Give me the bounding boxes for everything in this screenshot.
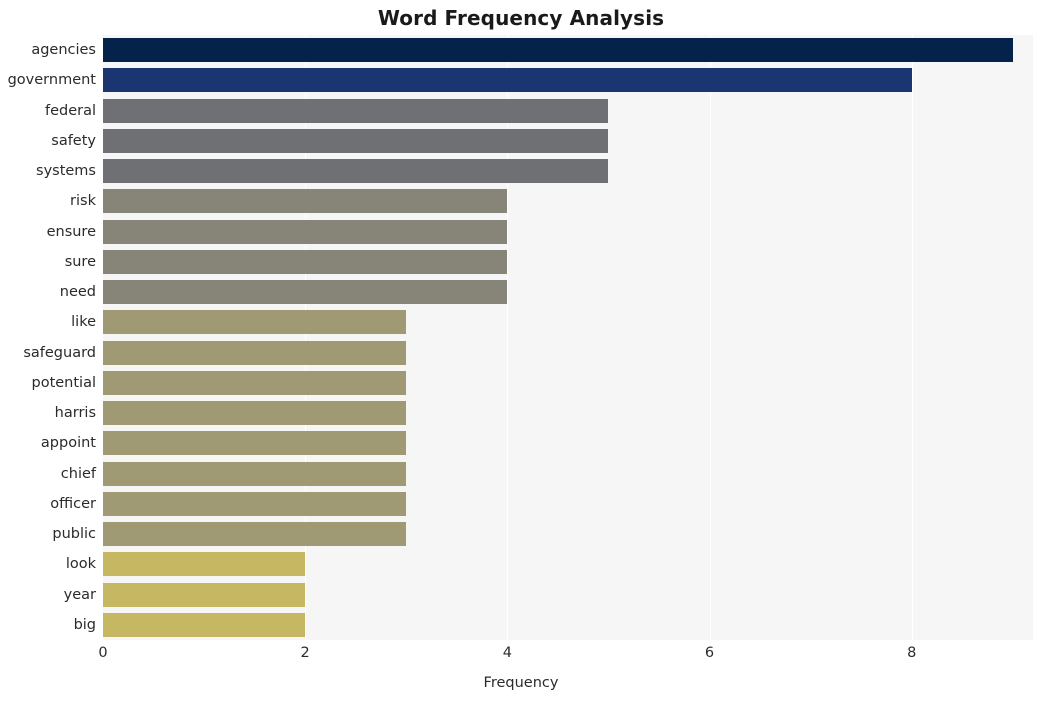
y-tick-label-potential: potential (31, 374, 97, 391)
bar-harris (103, 401, 407, 426)
plot-area (103, 35, 1033, 640)
bar-need (103, 280, 508, 305)
y-tick-label-systems: systems (36, 163, 96, 180)
x-tick-label-4: 4 (502, 645, 512, 661)
x-axis-title: Frequency (483, 675, 559, 691)
y-tick-label-like: like (71, 314, 96, 331)
y-tick-label-federal: federal (44, 102, 96, 119)
y-tick-label-safety: safety (51, 132, 96, 149)
bar-government (103, 68, 912, 93)
y-tick-label-need: need (59, 284, 96, 301)
bar-systems (103, 159, 609, 184)
bar-federal (103, 98, 609, 123)
bar-safety (103, 128, 609, 153)
x-tick-label-2: 2 (300, 645, 310, 661)
y-axis-tick-labels: agencies government federal safety systems ri… (0, 35, 96, 640)
bar-safeguard (103, 340, 407, 365)
bar-year (103, 582, 306, 607)
y-tick-label-government: government (7, 72, 96, 89)
word-frequency-chart-figure: Word Frequency Analysis agencies governme… (0, 0, 1042, 701)
bar-potential (103, 370, 407, 395)
bar-big (103, 612, 306, 637)
bar-like (103, 310, 407, 335)
page-title: Word Frequency Analysis (377, 6, 665, 30)
bar-appoint (103, 431, 407, 456)
y-tick-label-appoint: appoint (40, 435, 96, 452)
y-tick-label-officer: officer (50, 495, 96, 512)
bar-ensure (103, 219, 508, 244)
bar-look (103, 552, 306, 577)
y-tick-label-sure: sure (64, 253, 96, 270)
y-tick-label-ensure: ensure (46, 223, 96, 240)
bar-public (103, 522, 407, 547)
bar-officer (103, 491, 407, 516)
y-tick-label-year: year (63, 586, 96, 603)
x-tick-label-6: 6 (704, 645, 715, 661)
bar-chief (103, 461, 407, 486)
y-tick-label-public: public (52, 526, 96, 543)
bar-sure (103, 249, 508, 274)
x-tick-label-0: 0 (98, 645, 108, 661)
y-tick-label-risk: risk (70, 193, 96, 210)
y-tick-label-safeguard: safeguard (23, 344, 96, 361)
y-tick-label-agencies: agencies (31, 42, 96, 59)
x-tick-label-8: 8 (907, 645, 917, 661)
bar-risk (103, 189, 508, 214)
y-tick-label-chief: chief (60, 465, 96, 482)
y-tick-label-big: big (73, 616, 96, 633)
y-tick-label-harris: harris (54, 405, 96, 422)
bar-agencies (103, 38, 1013, 63)
bars-layer (103, 35, 1033, 640)
x-axis-tick-labels: 0 2 4 6 8 (0, 646, 1042, 670)
y-tick-label-look: look (65, 556, 96, 573)
